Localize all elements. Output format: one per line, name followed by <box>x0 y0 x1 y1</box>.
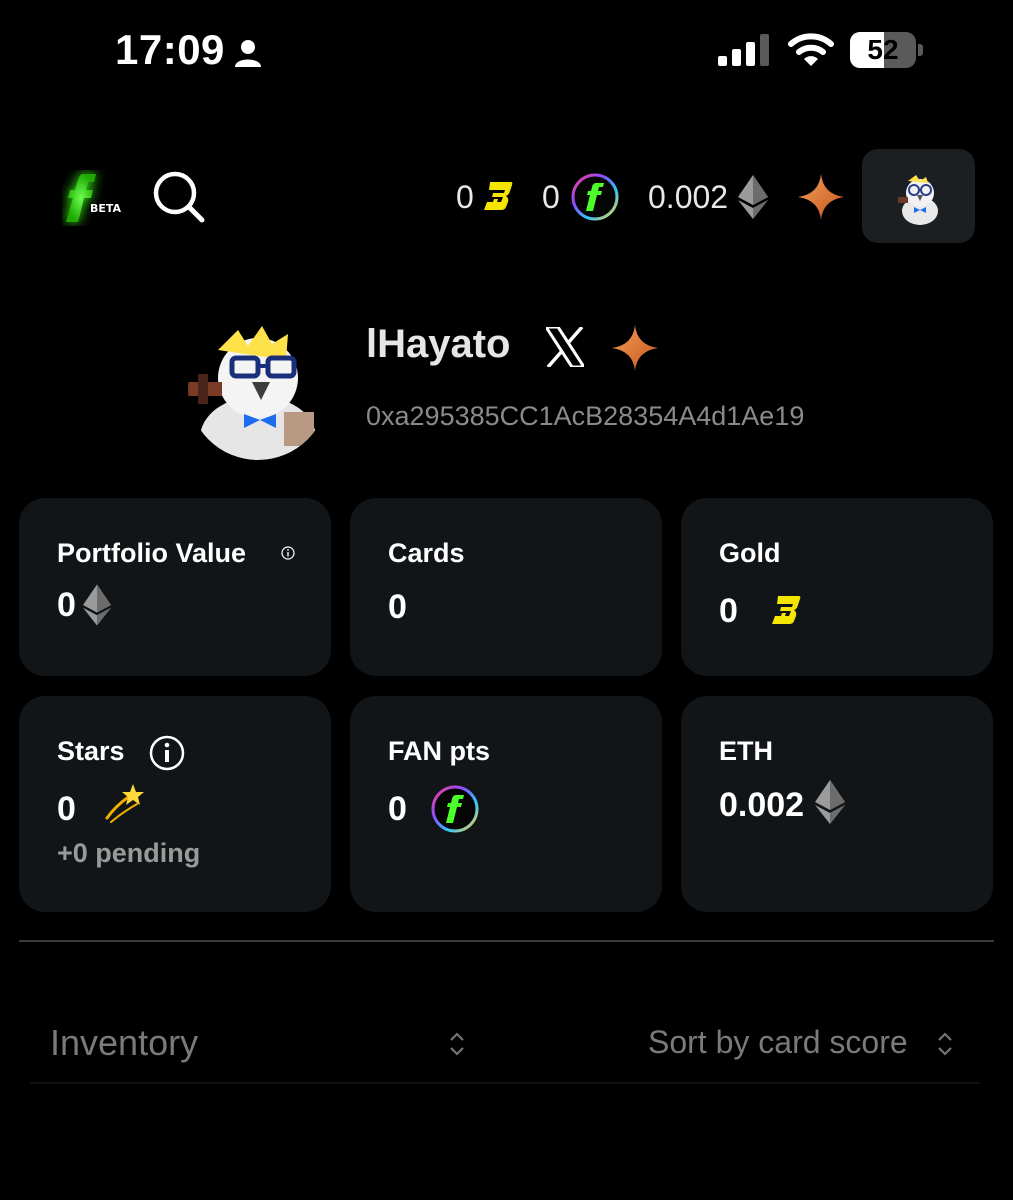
gold-value: 0 <box>719 592 738 630</box>
eth-balance[interactable]: 0.002 <box>648 176 728 218</box>
dizzy-star-icon <box>105 784 144 823</box>
divider <box>19 940 994 942</box>
avatar-button[interactable] <box>862 149 975 243</box>
cards-label: Cards <box>388 538 465 568</box>
cards-value: 0 <box>388 588 407 626</box>
status-time: 17:09 <box>115 26 225 73</box>
inventory-underline <box>30 1082 980 1084</box>
gold-balance[interactable]: 0 <box>456 176 474 218</box>
info-icon[interactable] <box>281 546 295 560</box>
eth-icon <box>738 175 768 219</box>
chevron-updown-icon[interactable] <box>936 1030 954 1058</box>
wallet-address[interactable]: 0xa295385CC1AcB28354A4d1Ae19 <box>366 401 838 432</box>
fan-balance[interactable]: 0 <box>542 176 560 218</box>
cards-card: Cards 0 <box>350 498 662 676</box>
logo-icon[interactable]: BETA <box>62 170 128 226</box>
username: lHayato <box>366 322 511 366</box>
sort-select[interactable]: Sort by card score <box>648 1024 908 1061</box>
chevron-updown-icon[interactable] <box>448 1030 466 1058</box>
gold-label: Gold <box>719 538 781 568</box>
stars-value: 0 <box>57 790 76 828</box>
fan-value: 0 <box>388 790 407 828</box>
gold-coin-icon <box>484 182 513 210</box>
gold-card: Gold 0 <box>681 498 993 676</box>
wifi-icon <box>788 33 834 66</box>
fan-coin-icon <box>571 173 619 221</box>
profile-avatar <box>188 320 328 460</box>
eth-value: 0.002 <box>719 786 805 824</box>
logo-badge: BETA <box>90 202 122 215</box>
gold-coin-icon <box>772 596 801 624</box>
fan-card: FAN pts 0 <box>350 696 662 912</box>
inventory-select[interactable]: Inventory <box>50 1022 198 1064</box>
eth-label: ETH <box>719 736 773 766</box>
eth-card: ETH 0.002 <box>681 696 993 912</box>
portfolio-label: Portfolio Value <box>57 538 247 568</box>
search-icon[interactable] <box>152 170 206 224</box>
avatar <box>892 171 946 225</box>
x-icon[interactable] <box>546 327 584 367</box>
battery-percent: 52 <box>867 34 899 65</box>
stars-pending: +0 pending <box>57 838 201 868</box>
person-icon <box>235 40 261 67</box>
star-icon[interactable] <box>798 174 844 220</box>
eth-icon <box>815 780 845 824</box>
info-icon[interactable] <box>149 735 185 771</box>
star-badge-icon <box>612 325 658 371</box>
fan-coin-icon <box>431 785 479 833</box>
signal-icon <box>718 34 769 66</box>
portfolio-card: Portfolio Value 0 <box>19 498 331 676</box>
fan-label: FAN pts <box>388 736 491 766</box>
portfolio-value: 0 <box>57 586 76 624</box>
stars-label: Stars <box>57 736 125 766</box>
stars-card: Stars 0 +0 pending <box>19 696 331 912</box>
eth-icon <box>83 584 111 626</box>
battery-icon: 52 <box>850 32 924 70</box>
